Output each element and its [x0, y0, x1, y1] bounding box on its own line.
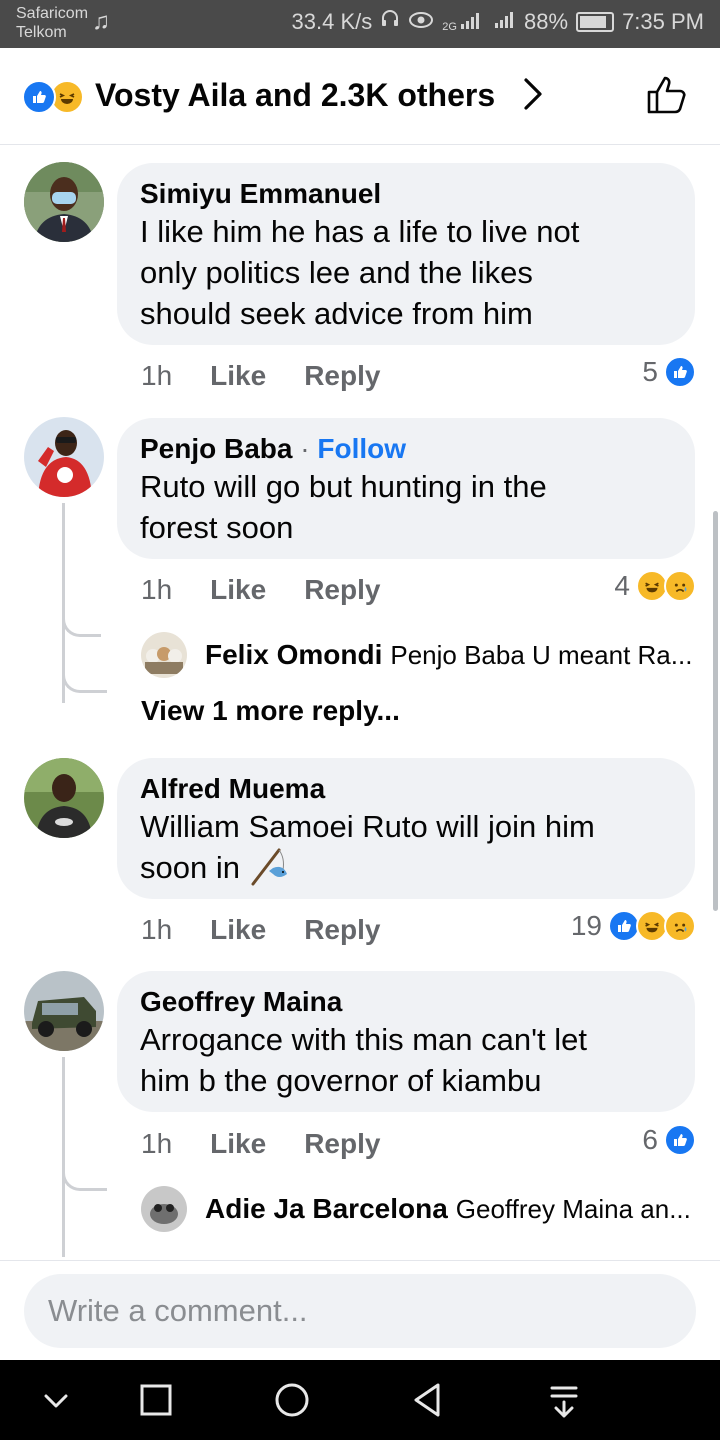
like-icon	[664, 1124, 696, 1156]
system-nav-bar	[0, 1360, 720, 1440]
like-button[interactable]: Like	[210, 1128, 266, 1159]
follow-button[interactable]: Follow	[317, 433, 406, 464]
reply-thread-line	[62, 1057, 65, 1257]
reaction-count[interactable]: 5	[642, 356, 696, 388]
back-icon[interactable]	[402, 1374, 454, 1426]
network-speed: 33.4 K/s	[291, 9, 373, 34]
sad-icon	[664, 570, 696, 602]
sad-icon	[664, 910, 696, 942]
notification-shade-icon[interactable]	[538, 1374, 590, 1426]
comment-author-line: Penjo Baba · Follow	[140, 433, 407, 464]
reply-button[interactable]: Reply	[304, 914, 380, 945]
like-button[interactable]: Like	[210, 574, 266, 605]
comment-bubble[interactable]: Simiyu Emmanuel I like him he has a life…	[117, 163, 695, 345]
avatar-adie-ja-barcelona	[141, 1186, 187, 1232]
avatar-geoffrey-maina[interactable]	[24, 971, 104, 1051]
comment-author[interactable]: Penjo Baba	[140, 433, 292, 464]
comment-text: Ruto will go but hunting in the forest s…	[140, 469, 547, 545]
music-icon: ♫	[92, 8, 110, 35]
clock: 7:35 PM	[622, 9, 704, 34]
reaction-count[interactable]: 6	[642, 1124, 696, 1156]
comment-actions: 1h Like Reply	[141, 574, 418, 606]
like-button[interactable]: Like	[210, 914, 266, 945]
comment-author[interactable]: Simiyu Emmanuel	[140, 177, 671, 211]
eye-icon	[408, 9, 434, 35]
comment-time: 1h	[141, 574, 173, 605]
comment-time: 1h	[141, 914, 173, 945]
recent-apps-icon[interactable]	[130, 1374, 182, 1426]
reply-thread-curve	[62, 1164, 107, 1191]
reply-thread-curve	[62, 666, 107, 693]
comment-author[interactable]: Alfred Muema	[140, 772, 671, 806]
chevron-right-icon[interactable]	[518, 76, 548, 112]
reactions-header[interactable]: Vosty Aila and 2.3K others	[0, 48, 720, 145]
like-icon	[22, 80, 56, 114]
comment-text-block: William Samoei Ruto will join him soon i…	[140, 806, 671, 888]
comment-text: William Samoei Ruto will join him soon i…	[140, 809, 595, 885]
status-bar: Safaricom Telkom ♫ 33.4 K/s 2G 88% 7:35 …	[0, 0, 720, 48]
reaction-icons	[22, 80, 84, 114]
reply-thread-curve	[62, 610, 101, 637]
avatar-alfred-muema[interactable]	[24, 758, 104, 838]
scrollbar[interactable]	[713, 511, 718, 911]
status-indicators: 33.4 K/s 2G 88% 7:35 PM	[292, 9, 704, 35]
reply-text: Geoffrey Maina an...	[455, 1193, 691, 1224]
view-more-replies-link[interactable]: View 1 more reply...	[141, 695, 400, 727]
reply-text: Penjo Baba U meant Ra...	[390, 639, 693, 670]
avatar-felix-omondi	[141, 632, 187, 678]
comment-composer	[0, 1260, 720, 1360]
fishing-pole-icon	[251, 848, 287, 886]
comment-bubble[interactable]: Alfred Muema William Samoei Ruto will jo…	[117, 758, 695, 899]
comment-author[interactable]: Geoffrey Maina	[140, 985, 671, 1019]
headset-icon	[380, 9, 400, 35]
reply-button[interactable]: Reply	[304, 574, 380, 605]
comment-actions: 1h Like Reply	[141, 360, 418, 392]
comment-time: 1h	[141, 360, 173, 391]
avatar-penjo-baba[interactable]	[24, 417, 104, 497]
comment-bubble[interactable]: Geoffrey Maina Arrogance with this man c…	[117, 971, 695, 1112]
comment-time: 1h	[141, 1128, 173, 1159]
reply-preview[interactable]: Adie Ja Barcelona Geoffrey Maina an...	[141, 1185, 701, 1233]
carrier-labels: Safaricom Telkom	[16, 4, 88, 42]
signal-icon: 2G	[442, 12, 482, 33]
reply-preview[interactable]: Felix Omondi Penjo Baba U meant Ra...	[141, 631, 701, 679]
carrier-2: Telkom	[16, 24, 67, 41]
comment-actions: 1h Like Reply	[141, 1128, 418, 1160]
reactions-summary[interactable]: Vosty Aila and 2.3K others	[95, 77, 495, 114]
like-button[interactable]: Like	[210, 360, 266, 391]
reply-author: Adie Ja Barcelona	[205, 1193, 448, 1224]
reply-button[interactable]: Reply	[304, 360, 380, 391]
home-icon[interactable]	[266, 1374, 318, 1426]
battery-icon	[576, 12, 615, 32]
comment-actions: 1h Like Reply	[141, 914, 418, 946]
reply-button[interactable]: Reply	[304, 1128, 380, 1159]
reaction-count[interactable]: 4	[614, 570, 696, 602]
reaction-count[interactable]: 19	[571, 910, 696, 942]
battery-percent: 88%	[524, 9, 569, 34]
chevron-down-icon[interactable]	[30, 1374, 82, 1426]
comment-text: I like him he has a life to live not onl…	[140, 214, 580, 331]
comment-bubble[interactable]: Penjo Baba · Follow Ruto will go but hun…	[117, 418, 695, 559]
like-outline-icon[interactable]	[644, 72, 690, 118]
comments-sheet: Vosty Aila and 2.3K others Simiyu Emmanu…	[0, 48, 720, 1360]
signal-icon-2	[490, 9, 516, 35]
avatar-simiyu-emmanuel[interactable]	[24, 162, 104, 242]
comment-text: Arrogance with this man can't let him b …	[140, 1022, 588, 1098]
like-icon	[664, 356, 696, 388]
reply-author: Felix Omondi	[205, 639, 383, 670]
carrier-1: Safaricom	[16, 5, 89, 22]
comment-input[interactable]	[24, 1274, 696, 1348]
